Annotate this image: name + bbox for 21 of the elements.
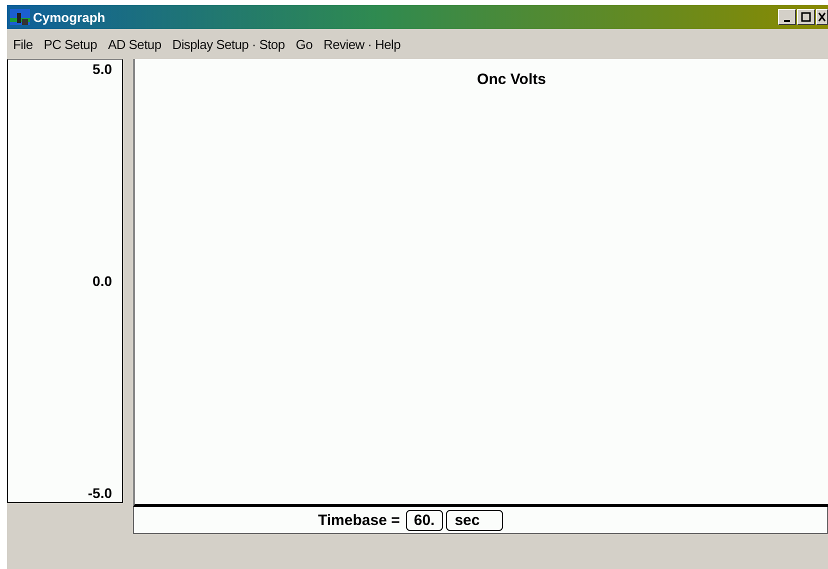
menu-item[interactable]: AD Setup [108,36,162,52]
axis-label: 5.0 [92,60,112,78]
minimize-button[interactable] [778,9,796,25]
close-icon [818,12,826,22]
menu-item[interactable]: Review · Help [324,36,401,52]
plot-title: Onc Volts [477,71,546,89]
menu-item[interactable]: File [13,36,33,52]
close-button[interactable] [816,9,828,25]
window-title: Cymograph [33,10,106,24]
maximize-icon [801,12,811,22]
maximize-button[interactable] [797,9,815,25]
menu-item[interactable]: Display Setup · Stop [172,36,285,52]
timebase-field[interactable]: 60. [406,510,443,530]
timebase-label: Timebase = [318,512,400,528]
axis-label: 0.0 [92,272,112,290]
app-icon [10,9,30,25]
axis-label: -5.0 [88,484,112,502]
unit-field[interactable]: sec [446,510,503,530]
menu-item[interactable]: Go [296,36,313,52]
menu-item[interactable]: PC Setup [44,36,97,52]
minimize-icon [784,20,790,22]
